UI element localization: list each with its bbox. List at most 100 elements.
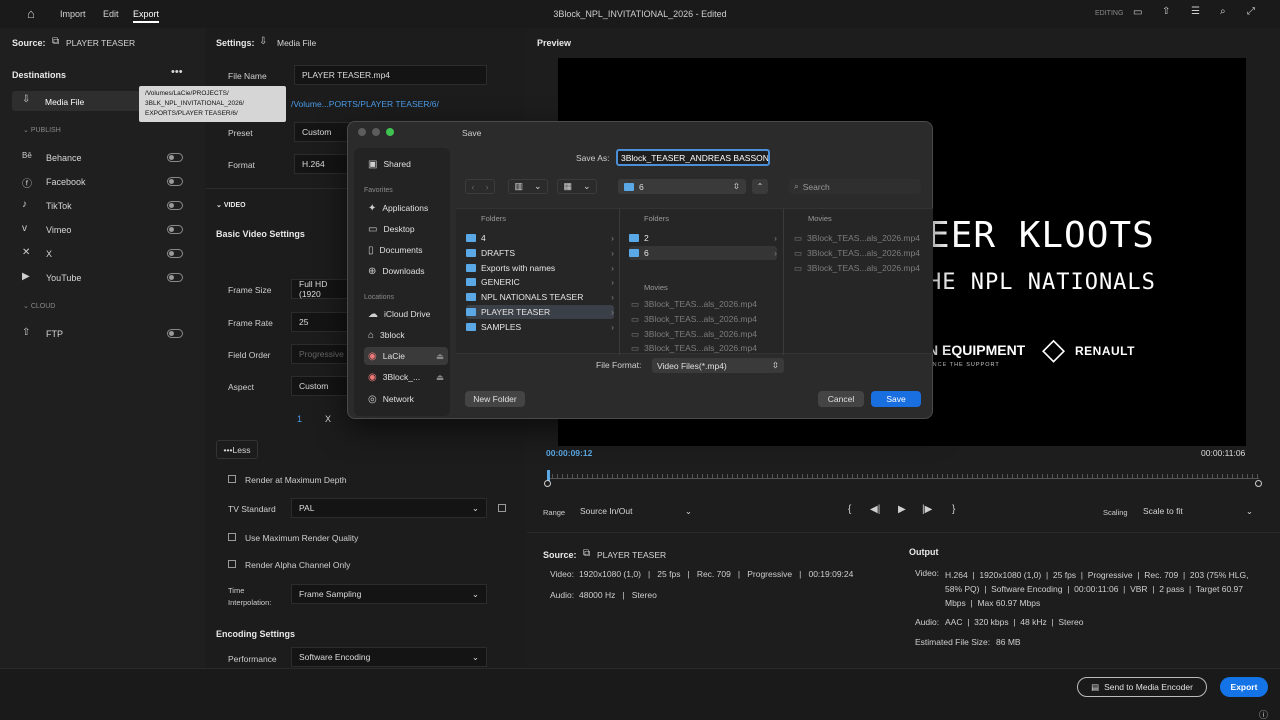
folder-row[interactable]: GENERIC › <box>466 275 614 289</box>
panel-icon[interactable]: ▭ <box>1133 7 1142 18</box>
frame-size-select[interactable]: Full HD (1920 <box>291 279 351 299</box>
menu-lines-icon[interactable]: ☰ <box>1191 6 1200 17</box>
less-button[interactable]: ••• Less <box>216 440 258 459</box>
video-section[interactable]: ⌄ VIDEO <box>216 201 246 209</box>
in-point-handle[interactable] <box>544 480 551 487</box>
group-select[interactable]: ▦ ⌄ <box>557 179 597 194</box>
menu-import[interactable]: Import <box>60 9 86 19</box>
sidebar-item-icloud[interactable]: ☁ iCloud Drive <box>364 305 448 323</box>
ftp-toggle[interactable] <box>167 329 183 338</box>
sidebar-item-3block[interactable]: ⌂ 3block <box>364 326 448 344</box>
frame-rate-select[interactable]: 25 <box>291 312 351 332</box>
mark-out-icon[interactable]: } <box>952 504 955 515</box>
render-max-depth-checkbox[interactable] <box>228 475 236 483</box>
folder-row[interactable]: Exports with names › <box>466 261 614 275</box>
aspect-width[interactable]: 1 <box>297 414 302 424</box>
sidebar-item-downloads[interactable]: ⊕ Downloads <box>364 262 448 280</box>
folder-row[interactable]: NPL NATIONALS TEASER › <box>466 290 614 304</box>
sidebar-item-documents[interactable]: ▯ Documents <box>364 241 448 259</box>
menu-export[interactable]: Export <box>133 9 160 23</box>
facebook-toggle[interactable] <box>167 177 183 186</box>
field-order-select[interactable]: Progressive <box>291 344 351 364</box>
mark-in-icon[interactable]: { <box>848 504 851 515</box>
behance-toggle[interactable] <box>167 153 183 162</box>
sidebar-item-lacie[interactable]: ◉ LaCie ⏏ <box>364 347 448 365</box>
publish-item-tiktok[interactable]: ♪ TikTok <box>22 199 192 213</box>
location-popup[interactable]: 6 ⇳ <box>618 179 746 194</box>
step-back-icon[interactable]: ◀| <box>870 504 880 515</box>
sidebar-item-3block-drive[interactable]: ◉ 3Block_... ⏏ <box>364 368 448 386</box>
render-alpha-checkbox[interactable] <box>228 560 236 568</box>
sidebar-item-shared[interactable]: ▣ Shared <box>364 155 448 173</box>
tiktok-toggle[interactable] <box>167 201 183 210</box>
share-icon[interactable]: ⇧ <box>1162 6 1170 17</box>
file-format-select[interactable]: Video Files(*.mp4) ⇳ <box>652 358 784 373</box>
publish-item-facebook[interactable]: ⓕ Facebook <box>22 175 192 190</box>
preset-select[interactable]: Custom <box>294 122 354 142</box>
chevron-left-icon[interactable]: ‹ <box>472 182 475 192</box>
close-window-icon[interactable] <box>358 128 366 136</box>
back-forward-buttons[interactable]: ‹ › <box>465 179 495 194</box>
search-icon[interactable]: ⌕ <box>1220 6 1226 17</box>
workspace-label[interactable]: EDITING <box>1095 10 1123 17</box>
cancel-button[interactable]: Cancel <box>818 391 864 407</box>
minimize-window-icon[interactable] <box>372 128 380 136</box>
eject-icon[interactable]: ⏏ <box>436 351 444 362</box>
location-link[interactable]: /Volume...PORTS/PLAYER TEASER/6/ <box>291 99 439 109</box>
tv-standard-select[interactable]: PAL ⌄ <box>291 498 487 518</box>
aspect-select[interactable]: Custom <box>291 376 351 396</box>
send-to-encoder-button[interactable]: ▤ Send to Media Encoder <box>1077 677 1207 697</box>
chevron-right-icon[interactable]: › <box>486 182 489 192</box>
cloud-section[interactable]: ⌄ CLOUD <box>23 302 55 310</box>
vimeo-toggle[interactable] <box>167 225 183 234</box>
tv-standard-checkbox[interactable] <box>498 504 506 512</box>
cloud-item-ftp[interactable]: ⇧ FTP <box>22 327 192 341</box>
zoom-window-icon[interactable] <box>386 128 394 136</box>
scaling-select[interactable]: Scale to fit ⌄ <box>1138 502 1258 520</box>
save-as-input[interactable]: 3Block_TEASER_ANDREAS BASSON <box>616 149 770 166</box>
more-icon[interactable]: ••• <box>171 66 183 78</box>
search-field[interactable]: ⌕ Search <box>789 179 921 194</box>
publish-section[interactable]: ⌄ PUBLISH <box>23 126 61 134</box>
info-icon[interactable]: ⓘ <box>1259 708 1268 720</box>
step-forward-icon[interactable]: |▶ <box>922 504 932 515</box>
sidebar-item-applications[interactable]: ✦ Applications <box>364 199 448 217</box>
folder-row-selected[interactable]: 6 › <box>629 246 777 260</box>
publish-item-vimeo[interactable]: v Vimeo <box>22 223 192 237</box>
new-folder-button[interactable]: New Folder <box>465 391 525 407</box>
file-name-input[interactable]: PLAYER TEASER.mp4 <box>294 65 487 85</box>
home-icon[interactable]: ⌂ <box>27 6 35 21</box>
publish-item-x[interactable]: ✕ X <box>22 247 192 261</box>
expand-toggle-button[interactable]: ⌃ <box>752 179 768 194</box>
youtube-toggle[interactable] <box>167 273 183 282</box>
timeline-ruler[interactable] <box>544 470 1262 487</box>
folder-row[interactable]: 2 › <box>629 231 777 245</box>
timecode-current[interactable]: 00:00:09:12 <box>546 448 592 458</box>
eject-icon[interactable]: ⏏ <box>436 372 444 383</box>
folder-row[interactable]: 4 › <box>466 231 614 245</box>
fullscreen-icon[interactable]: ⤢ <box>1247 6 1255 17</box>
range-select[interactable]: Source In/Out ⌄ <box>575 502 697 520</box>
publish-item-youtube[interactable]: ▶ YouTube <box>22 271 192 285</box>
max-render-quality-checkbox[interactable] <box>228 533 236 541</box>
export-button[interactable]: Export <box>1220 677 1268 697</box>
folder-name: SAMPLES <box>481 322 522 332</box>
menu-edit[interactable]: Edit <box>103 9 119 19</box>
movie-file-row: ▭ 3Block_TEAS...als_2026.mp4 <box>631 312 757 326</box>
view-mode-select[interactable]: ▥ ⌄ <box>508 179 548 194</box>
destinations-panel: Source: ⧉ PLAYER TEASER Destinations •••… <box>0 28 205 668</box>
time-interp-select[interactable]: Frame Sampling ⌄ <box>291 584 487 604</box>
save-button[interactable]: Save <box>871 391 921 407</box>
format-select[interactable]: H.264 <box>294 154 354 174</box>
folder-row[interactable]: DRAFTS › <box>466 246 614 260</box>
sidebar-applications-label: Applications <box>382 203 429 213</box>
sidebar-item-network[interactable]: ◎ Network <box>364 390 448 408</box>
out-point-handle[interactable] <box>1255 480 1262 487</box>
publish-item-behance[interactable]: Bē Behance <box>22 151 192 165</box>
x-toggle[interactable] <box>167 249 183 258</box>
performance-select[interactable]: Software Encoding ⌄ <box>291 647 487 667</box>
folder-row[interactable]: SAMPLES › <box>466 320 614 334</box>
play-icon[interactable]: ▶ <box>898 504 906 515</box>
folder-row-selected[interactable]: PLAYER TEASER › <box>466 305 614 319</box>
sidebar-item-desktop[interactable]: ▭ Desktop <box>364 220 448 238</box>
